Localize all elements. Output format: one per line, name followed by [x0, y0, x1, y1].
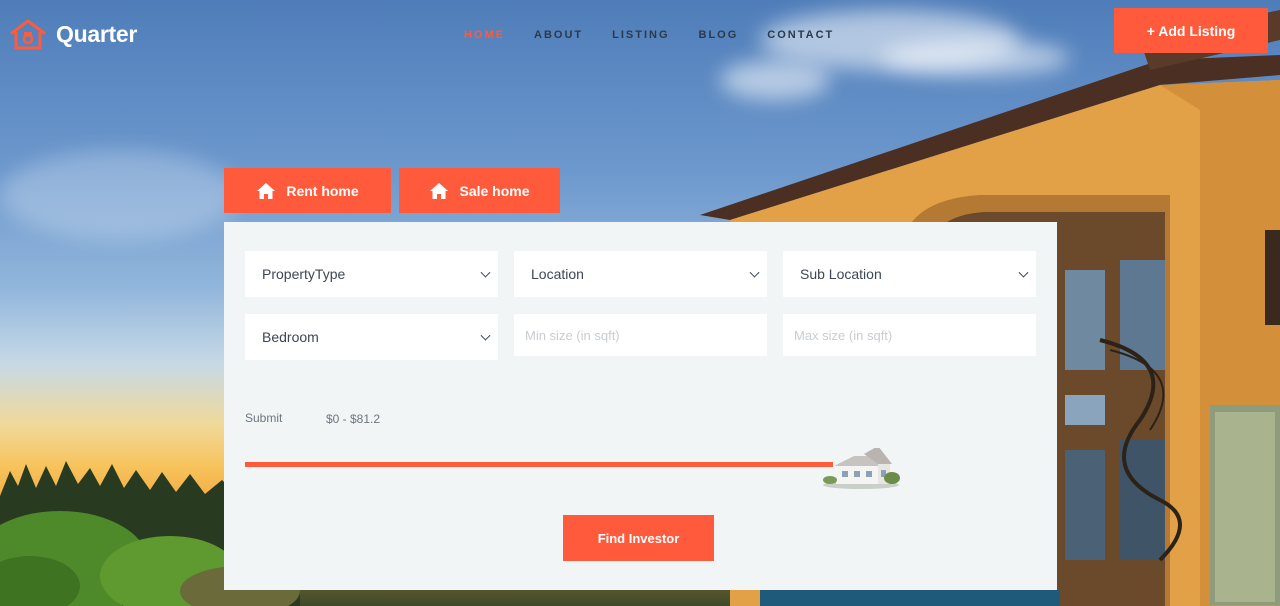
sub-location-value: Sub Location: [800, 266, 882, 282]
property-type-select[interactable]: PropertyType: [245, 251, 498, 297]
tab-rent-home-label: Rent home: [286, 182, 359, 199]
submit-label: Submit: [245, 411, 283, 425]
nav-listing[interactable]: LISTING: [612, 29, 669, 41]
chevron-down-icon: [480, 267, 491, 278]
chevron-down-icon: [749, 267, 760, 278]
location-select[interactable]: Location: [514, 251, 767, 297]
nav-blog[interactable]: BLOG: [699, 29, 739, 41]
home-icon: [257, 182, 276, 199]
max-size-input[interactable]: [783, 314, 1036, 356]
sub-location-select[interactable]: Sub Location: [783, 251, 1036, 297]
tab-rent-home[interactable]: Rent home: [224, 168, 391, 213]
add-listing-button[interactable]: + Add Listing: [1114, 8, 1268, 53]
bedroom-select[interactable]: Bedroom: [245, 314, 498, 360]
main-nav: HOME ABOUT LISTING BLOG CONTACT: [464, 29, 863, 41]
nav-about[interactable]: ABOUT: [534, 29, 583, 41]
chevron-down-icon: [1018, 267, 1029, 278]
tab-sale-home-label: Sale home: [459, 182, 530, 199]
location-value: Location: [531, 266, 584, 282]
cloud: [0, 150, 240, 240]
price-slider-track[interactable]: [245, 462, 833, 467]
price-range-value: $0 - $81.2: [326, 412, 381, 426]
house-slider-handle-icon[interactable]: [820, 448, 902, 490]
nav-home[interactable]: HOME: [464, 29, 505, 41]
home-icon: [430, 182, 449, 199]
bedroom-value: Bedroom: [262, 329, 319, 345]
brand-logo[interactable]: Quarter: [10, 18, 137, 50]
house-logo-icon: [10, 19, 46, 50]
chevron-down-icon: [480, 330, 491, 341]
min-size-input[interactable]: [514, 314, 767, 356]
nav-contact[interactable]: CONTACT: [767, 29, 834, 41]
brand-name: Quarter: [56, 20, 137, 47]
search-panel: PropertyType Location Sub Location Bedro…: [224, 222, 1057, 590]
find-investor-button[interactable]: Find Investor: [563, 515, 714, 561]
tab-sale-home[interactable]: Sale home: [399, 168, 560, 213]
property-type-value: PropertyType: [262, 266, 346, 282]
